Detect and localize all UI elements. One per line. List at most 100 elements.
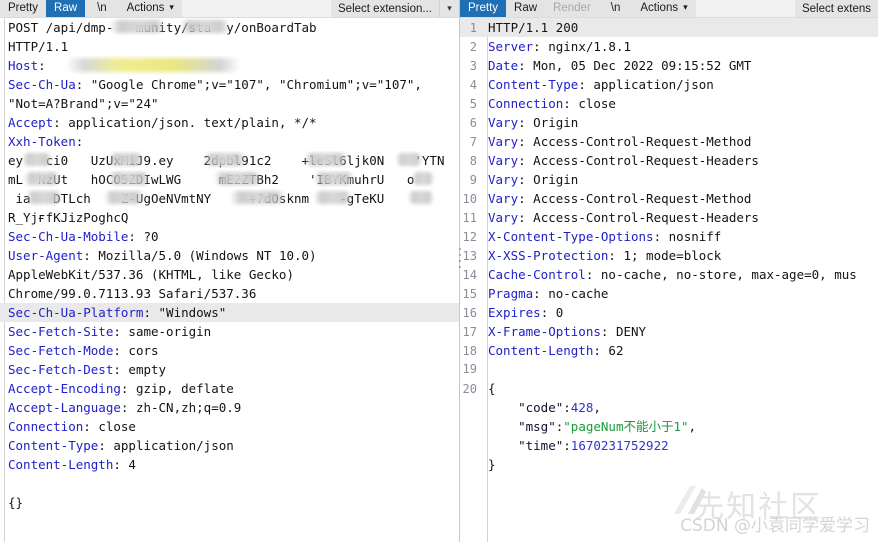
header-name: Date (488, 58, 519, 73)
code-line: Sec-Ch-Ua-Platform: "Windows" (0, 303, 459, 322)
code-line-content: Accept-Encoding: gzip, deflate (4, 379, 459, 398)
header-name: Accept-Encoding (8, 381, 121, 396)
code-line: Accept-Language: zh-CN,zh;q=0.9 (0, 398, 459, 417)
code-line: Accept-Encoding: gzip, deflate (0, 379, 459, 398)
header-separator: : (53, 115, 69, 130)
line-number: 18 (462, 344, 477, 358)
header-name: Vary (488, 115, 519, 130)
request-tab-pretty[interactable]: Pretty (0, 0, 47, 17)
header-separator: : (593, 343, 609, 358)
response-tab-newline[interactable]: \n (602, 0, 629, 17)
code-line-content: POST /api/dmp- munity/sta y/onBoardTab (4, 18, 459, 37)
json-key: "msg" (518, 419, 556, 434)
json-comma: , (593, 400, 601, 415)
code-line: 1 HTTP/1.1 200 (460, 18, 878, 37)
header-name: X-XSS-Protection (488, 248, 609, 263)
code-text: R_YјғfKJizPoghcQ (8, 210, 129, 225)
header-separator: : (113, 343, 129, 358)
code-line-content: "time":1670231752922 (482, 436, 878, 455)
redaction-blur (396, 153, 422, 166)
header-name: Vary (488, 172, 519, 187)
header-name: Pragma (488, 286, 534, 301)
header-name: Sec-Fetch-Site (8, 324, 114, 339)
response-actions-menu[interactable]: Actions (632, 0, 696, 17)
code-line-content: Sec-Fetch-Mode: cors (4, 341, 459, 360)
response-tab-raw[interactable]: Raw (506, 0, 546, 17)
code-line-content: AppleWebKit/537.36 (KHTML, like Gecko) (4, 265, 459, 284)
header-name: Sec-Ch-Ua-Mobile (8, 229, 129, 244)
code-line: Sec-Ch-Ua-Mobile: ?0 (0, 227, 459, 246)
code-text: AppleWebKit/537.36 (KHTML, like Gecko) (8, 267, 294, 282)
code-line: 2 Server: nginx/1.8.1 (460, 37, 878, 56)
response-tab-render[interactable]: Render (545, 0, 599, 17)
header-separator: : (83, 419, 99, 434)
header-name: Vary (488, 134, 519, 149)
code-line-content: "msg":"pageNum不能小于1", (482, 417, 878, 436)
code-line-content: Accept: application/json. text/plain, */… (4, 113, 459, 132)
request-select-extension[interactable]: Select extension... (331, 0, 439, 17)
code-line: 16 Expires: 0 (460, 303, 878, 322)
request-code-area[interactable]: POST /api/dmp- munity/sta y/onBoardTab HT… (0, 18, 459, 542)
code-line: Accept: application/json. text/plain, */… (0, 113, 459, 132)
header-separator: : (518, 153, 534, 168)
code-line-content: Pragma: no-cache (482, 284, 878, 303)
code-line: 19 (460, 360, 878, 379)
json-colon: : (563, 400, 571, 415)
code-line: Content-Type: application/json (0, 436, 459, 455)
header-value: "Windows" (158, 305, 227, 320)
header-separator: : (518, 191, 534, 206)
header-name: Content-Length (488, 343, 594, 358)
header-name: Connection (488, 96, 564, 111)
response-select-extension[interactable]: Select extens (794, 0, 878, 17)
line-number: 13 (462, 249, 477, 263)
header-separator: : (540, 305, 556, 320)
header-value: "Google Chrome";v="107", "Chromium";v="1… (90, 77, 422, 92)
line-number: 16 (462, 306, 477, 320)
redaction-blur (180, 20, 230, 33)
code-text: HTTP/1.1 200 (488, 20, 579, 35)
json-comma: , (688, 419, 697, 434)
line-number: 11 (462, 211, 477, 225)
code-line: Sec-Fetch-Site: same-origin (0, 322, 459, 341)
code-text: } (488, 457, 496, 472)
header-name: Expires (488, 305, 541, 320)
panel-splitter[interactable] (458, 0, 463, 542)
request-panel: Pretty Raw \n Actions Select extension..… (0, 0, 460, 542)
code-text: HTTP/1.1 (8, 39, 69, 54)
code-line: "Not=A?Brand";v="24" (0, 94, 459, 113)
header-value: application/json (593, 77, 714, 92)
response-code-area[interactable]: 1 HTTP/1.1 200 2 Server: nginx/1.8.1 3 Date: … (460, 18, 878, 542)
redaction-blur (314, 172, 354, 185)
line-number: 5 (469, 97, 477, 111)
response-code-lines: 1 HTTP/1.1 200 2 Server: nginx/1.8.1 3 Date: … (460, 18, 878, 474)
header-value: DENY (615, 324, 647, 339)
code-line-content: Content-Type: application/json (482, 75, 878, 94)
response-tab-pretty[interactable]: Pretty (460, 0, 507, 17)
request-actions-menu[interactable]: Actions (118, 0, 182, 17)
code-line: 11 Vary: Access-Control-Request-Headers (460, 208, 878, 227)
code-line: "code":428, (460, 398, 878, 417)
code-line: ia DTLch Z-UgOeNVmtNY +7dOsknm -gTeKU (0, 189, 459, 208)
header-name: Vary (488, 191, 519, 206)
header-separator: : (600, 324, 616, 339)
header-name: Sec-Fetch-Dest (8, 362, 114, 377)
code-line: 3 Date: Mon, 05 Dec 2022 09:15:52 GMT (460, 56, 878, 75)
code-line-content: Accept-Language: zh-CN,zh;q=0.9 (4, 398, 459, 417)
splitter-grip-icon[interactable] (459, 248, 462, 272)
code-line-content: Connection: close (4, 417, 459, 436)
header-value: Access-Control-Request-Headers (533, 153, 759, 168)
redaction-blur (104, 191, 144, 204)
code-line-content: X-Frame-Options: DENY (482, 322, 878, 341)
code-line: 13 X-XSS-Protection: 1; mode=block (460, 246, 878, 265)
code-line-content: Host: (4, 56, 459, 75)
line-number: 14 (462, 268, 477, 282)
request-select-extension-chevron-down-icon[interactable]: ▾ (439, 0, 459, 17)
header-value: nosniff (668, 229, 722, 244)
line-number: 8 (469, 154, 477, 168)
header-value: empty (128, 362, 167, 377)
request-tab-raw[interactable]: Raw (46, 0, 86, 17)
code-line-content: Vary: Access-Control-Request-Method (482, 189, 878, 208)
code-line: 8 Vary: Access-Control-Request-Headers (460, 151, 878, 170)
request-tab-newline[interactable]: \n (89, 0, 115, 17)
json-value: 428 (570, 400, 594, 415)
